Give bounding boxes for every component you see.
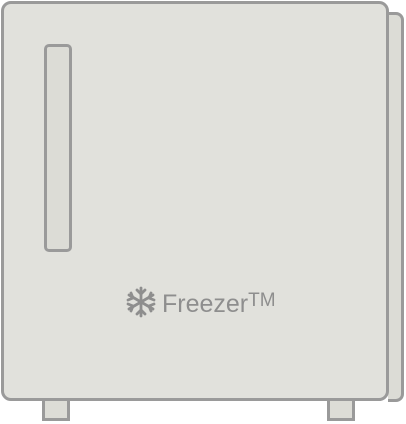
- brand-name-text: Freezer: [162, 289, 249, 318]
- snowflake-icon: [124, 285, 158, 319]
- side-panel: [388, 12, 404, 402]
- freezer-appliance: FreezerTM: [0, 0, 406, 424]
- foot-left: [42, 401, 70, 421]
- brand-name: FreezerTM: [162, 283, 276, 322]
- foot-right: [327, 401, 355, 421]
- brand-label: FreezerTM: [124, 284, 276, 320]
- trademark-mark: TM: [248, 289, 276, 311]
- door-handle[interactable]: [44, 44, 72, 252]
